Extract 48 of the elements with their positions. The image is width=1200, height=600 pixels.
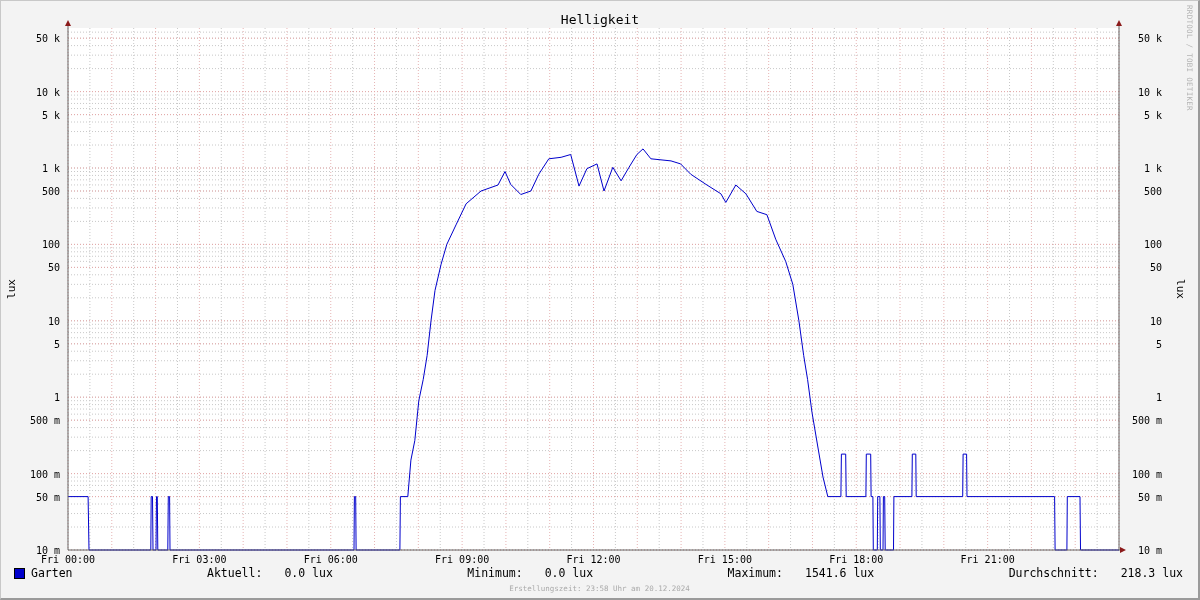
y-tick-label: 10 m bbox=[35, 545, 60, 556]
stat-label: Durchschnitt: bbox=[1008, 566, 1099, 580]
y-axis-title: lux bbox=[5, 279, 18, 299]
y-tick-label: 500 m bbox=[29, 415, 60, 427]
x-tick-label: Fri 15:00 bbox=[697, 554, 752, 565]
y-tick-label: 50 m bbox=[35, 491, 60, 503]
stat-value: 1541.6 lux bbox=[804, 566, 875, 580]
stat-label: Aktuell: bbox=[207, 566, 263, 580]
y-tick-label: 5 k bbox=[1143, 109, 1162, 121]
stat-label: Minimum: bbox=[467, 566, 523, 580]
y-tick-label: 10 bbox=[47, 315, 60, 327]
y-tick-label: 5 k bbox=[41, 109, 60, 121]
x-tick-label: Fri 03:00 bbox=[172, 554, 227, 565]
x-tick-label: Fri 09:00 bbox=[435, 554, 490, 565]
y-tick-label: 50 k bbox=[35, 33, 60, 45]
x-tick-label: Fri 21:00 bbox=[960, 554, 1015, 565]
stat-value: 0.0 lux bbox=[284, 566, 333, 580]
stat-value: 0.0 lux bbox=[544, 566, 594, 580]
stat-value: 218.3 lux bbox=[1120, 566, 1183, 580]
x-tick-label: Fri 12:00 bbox=[566, 554, 621, 565]
x-tick-label: Fri 06:00 bbox=[303, 554, 358, 565]
x-tick-label: Fri 00:00 bbox=[40, 554, 96, 565]
y-tick-label: 50 k bbox=[1137, 33, 1162, 45]
y-tick-label: 1 bbox=[1155, 392, 1162, 404]
y-tick-label: 100 bbox=[41, 239, 60, 251]
y-tick-label: 10 bbox=[1149, 315, 1162, 327]
y-tick-label: 5 bbox=[53, 338, 60, 350]
y-tick-label: 5 bbox=[1155, 338, 1162, 350]
y-tick-label: 50 bbox=[47, 262, 60, 274]
chart-title: Helligkeit bbox=[560, 12, 640, 27]
legend-label: Garten bbox=[31, 566, 73, 580]
y-tick-label: 100 bbox=[1143, 239, 1162, 251]
y-tick-label: 10 k bbox=[1137, 86, 1162, 98]
stat-label: Maximum: bbox=[727, 566, 783, 580]
y-tick-label: 100 m bbox=[1131, 468, 1162, 480]
y-axis-title: lux bbox=[1174, 279, 1187, 299]
y-tick-label: 1 bbox=[53, 392, 60, 404]
y-tick-label: 100 m bbox=[29, 468, 60, 480]
y-tick-label: 10 m bbox=[1137, 545, 1162, 556]
y-tick-label: 500 m bbox=[1131, 415, 1162, 427]
y-tick-label: 10 k bbox=[35, 86, 60, 98]
x-tick-label: Fri 18:00 bbox=[829, 554, 884, 565]
y-tick-label: 500 bbox=[1143, 186, 1162, 197]
y-tick-label: 500 bbox=[41, 186, 60, 197]
y-tick-label: 50 bbox=[1149, 262, 1162, 274]
y-tick-label: 50 m bbox=[1137, 491, 1162, 503]
y-tick-label: 1 k bbox=[41, 163, 60, 174]
y-tick-label: 1 k bbox=[1143, 163, 1162, 174]
